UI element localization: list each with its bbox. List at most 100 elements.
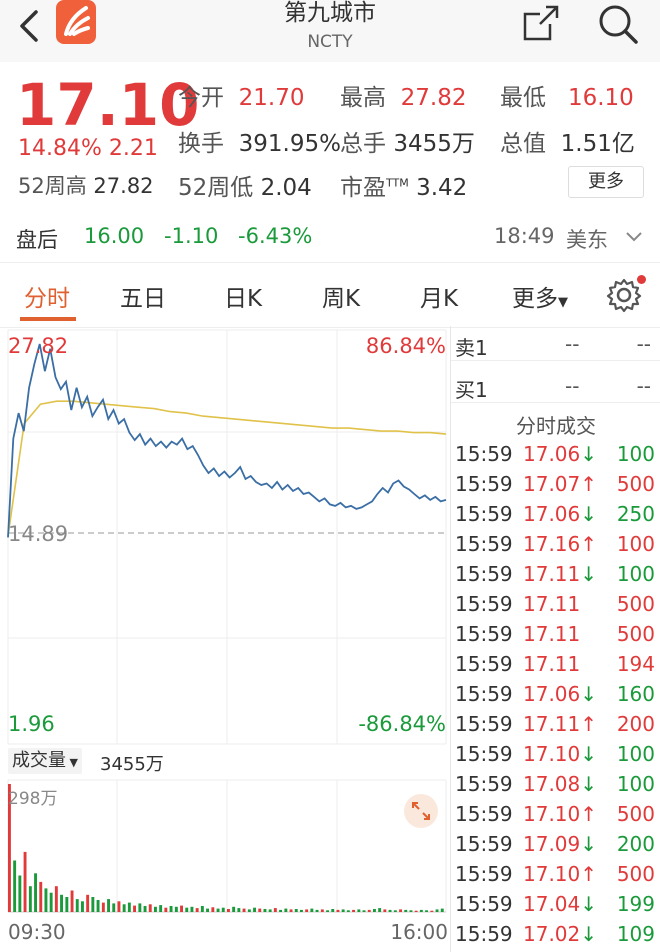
volume-bar (91, 897, 95, 912)
trade-volume: 250 (616, 502, 655, 526)
volume-bar (273, 908, 277, 912)
search-icon[interactable] (596, 2, 640, 46)
volume-dropdown[interactable]: 成交量 ▼ (8, 748, 82, 774)
trade-volume: 109 (616, 922, 655, 946)
chart-grid (7, 329, 447, 745)
trade-price: 17.06↓ (523, 682, 598, 706)
expand-chart-button[interactable] (404, 794, 438, 828)
ask-label: 卖1 (455, 336, 488, 360)
arrow-down-icon: ↓ (580, 772, 598, 796)
tab-monthly-k[interactable]: 月K (420, 279, 458, 313)
volume-chart[interactable]: 298万 (0, 778, 450, 916)
volume-bar (346, 910, 350, 912)
trade-row: 15:59 17.02↓ 109 (451, 922, 660, 952)
volume-bar (39, 881, 43, 912)
trade-volume: 500 (616, 592, 655, 616)
tab-more-label: 更多 (512, 286, 558, 312)
more-fields-button[interactable]: 更多 (568, 166, 644, 198)
trade-row: 15:59 17.10↑ 500 (451, 862, 660, 892)
gear-icon[interactable] (606, 277, 642, 313)
volume-bar (75, 899, 79, 912)
trade-time: 15:59 (455, 562, 513, 586)
y-axis-mid-label: 14.89 (8, 522, 69, 546)
intraday-chart[interactable]: 27.82 86.84% 14.89 1.96 -86.84% (0, 326, 450, 746)
volume-bar (101, 902, 105, 912)
last-price: 17.10 (16, 71, 200, 139)
ask-price: -- (565, 332, 580, 356)
arrow-down-icon: ↓ (580, 562, 598, 586)
field-turnover: 换手 391.95% (178, 131, 341, 157)
volume-bar (185, 907, 189, 912)
trade-row: 15:59 17.08↓ 100 (451, 772, 660, 802)
field-market-cap: 总值 1.51亿 (500, 131, 635, 157)
tab-intraday[interactable]: 分时 (24, 279, 70, 313)
trade-time: 15:59 (455, 472, 513, 496)
trade-time: 15:59 (455, 772, 513, 796)
volume-bar (440, 908, 444, 912)
arrow-down-icon: ↓ (580, 502, 598, 526)
tab-five-day[interactable]: 五日 (120, 279, 166, 313)
trade-row: 15:59 17.10↓ 100 (451, 742, 660, 772)
trade-panel: 卖1 -- -- 买1 -- -- 分时成交 15:59 17.06↓ 100 15:… (450, 326, 660, 952)
trade-row: 15:59 17.11↑ 200 (451, 712, 660, 742)
trade-time: 15:59 (455, 862, 513, 886)
trade-volume: 199 (616, 892, 655, 916)
field-52w-high: 52周高 27.82 (18, 174, 154, 198)
volume-bar (352, 909, 355, 912)
arrow-down-icon: ↓ (580, 832, 598, 856)
volume-bar (435, 909, 439, 912)
volume-bar (70, 890, 74, 912)
volume-bar (357, 909, 361, 912)
after-hours-label: 盘后 (16, 228, 58, 252)
trade-row: 15:59 17.06↓ 160 (451, 682, 660, 712)
trade-price: 17.11↑ (523, 712, 598, 736)
trade-volume: 500 (616, 862, 655, 886)
volume-bar (49, 892, 53, 912)
volume-bar (326, 910, 329, 912)
volume-bar (13, 860, 17, 912)
after-hours-time: 18:49 (494, 224, 555, 248)
volume-bar (294, 909, 298, 912)
trade-time: 15:59 (455, 622, 513, 646)
tab-daily-k[interactable]: 日K (224, 279, 262, 313)
volume-bar (284, 908, 288, 912)
volume-bar (206, 908, 209, 912)
volume-bar (425, 910, 428, 912)
trade-price: 17.09↓ (523, 832, 598, 856)
pct-axis-bottom-label: -86.84% (358, 712, 446, 736)
bid-volume: -- (636, 374, 651, 398)
volume-bar (378, 908, 382, 912)
volume-bar (143, 906, 147, 912)
trade-time: 15:59 (455, 892, 513, 916)
trade-volume: 100 (616, 442, 655, 466)
trade-price: 17.04↓ (523, 892, 598, 916)
volume-bar (211, 907, 215, 912)
time-axis-start: 09:30 (8, 920, 66, 944)
trade-volume: 100 (616, 772, 655, 796)
arrow-up-icon: ↑ (580, 712, 598, 736)
orderbook-bid-row: 买1 -- -- (451, 374, 660, 403)
field-high: 最高 27.82 (340, 85, 467, 111)
trade-row: 15:59 17.11 500 (451, 592, 660, 622)
trade-volume: 160 (616, 682, 655, 706)
volume-bar (169, 906, 173, 912)
share-icon[interactable] (522, 4, 560, 42)
volume-bar (268, 909, 272, 912)
trade-row: 15:59 17.04↓ 199 (451, 892, 660, 922)
tab-weekly-k[interactable]: 周K (322, 279, 360, 313)
field-pe: 市盈TTM 3.42 (340, 175, 468, 201)
trade-price: 17.16↑ (523, 532, 598, 556)
trade-price: 17.11 (523, 622, 581, 646)
trade-row: 15:59 17.06↓ 250 (451, 502, 660, 532)
volume-header: 成交量 ▼ 3455万 (0, 744, 450, 778)
chevron-down-icon[interactable] (624, 230, 644, 244)
volume-bar (159, 905, 163, 912)
volume-bar (263, 909, 267, 912)
volume-bar (419, 909, 423, 912)
trade-time: 15:59 (455, 592, 513, 616)
field-52w-low: 52周低 2.04 (178, 175, 312, 201)
field-low: 最低 16.10 (500, 85, 634, 111)
volume-bar (117, 901, 121, 912)
volume-total: 3455万 (100, 754, 164, 775)
tab-more[interactable]: 更多▼ (512, 279, 568, 313)
